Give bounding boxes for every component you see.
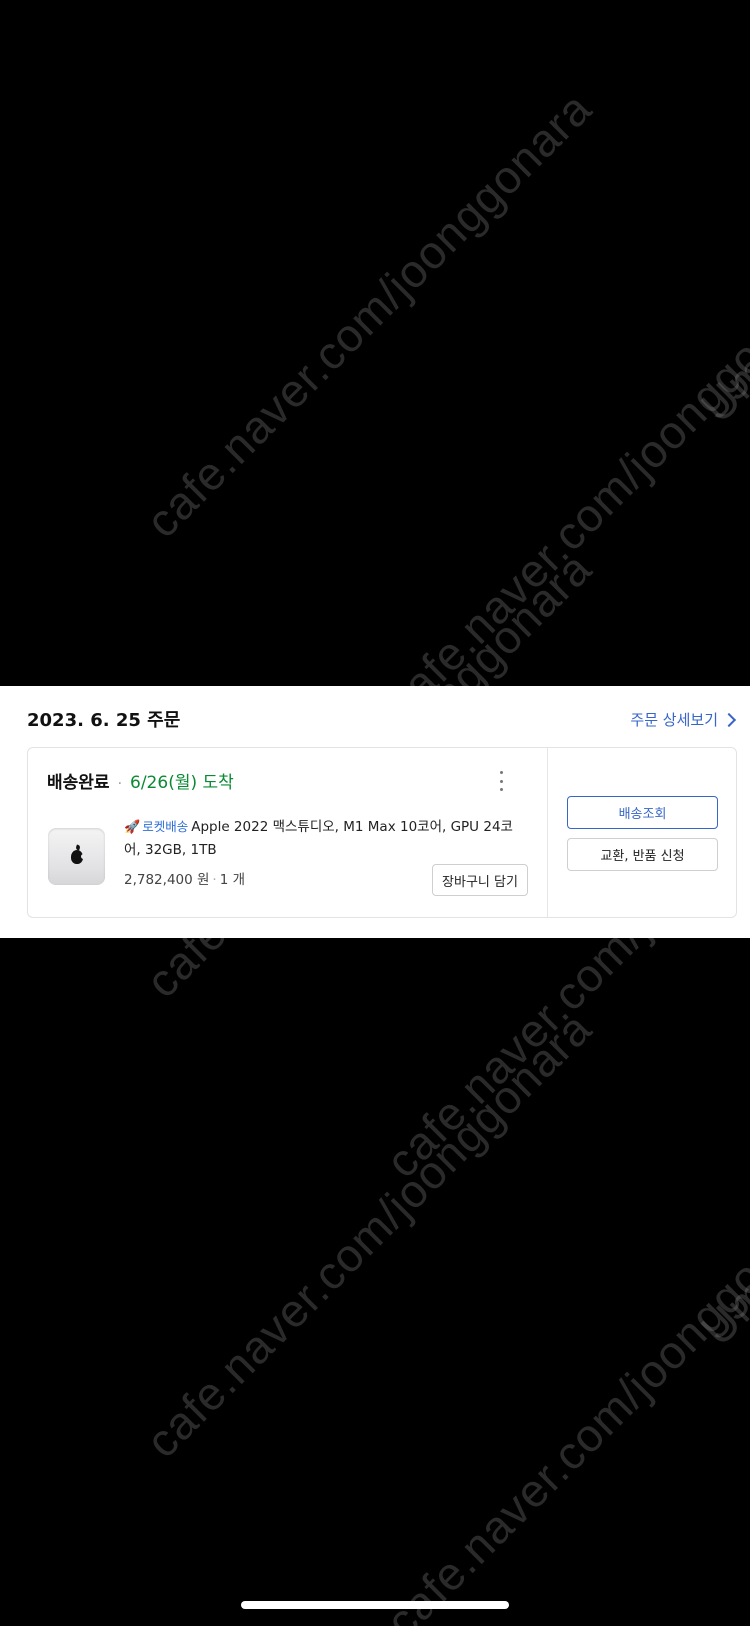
watermark: cafe.naver.com/joonggonara <box>375 261 750 728</box>
arrival-date: 6/26(월) 도착 <box>130 773 234 793</box>
more-options-icon[interactable] <box>494 770 508 792</box>
track-delivery-button[interactable]: 배송조회 <box>567 796 718 829</box>
product-title-link[interactable]: 🚀 로켓배송 Apple 2022 맥스튜디오, M1 Max 10코어, GPU … <box>124 816 524 861</box>
delivery-status: 배송완료 <box>47 773 110 793</box>
watermark-side: Um <box>690 343 750 433</box>
rocket-delivery-badge: 로켓배송 <box>142 819 189 834</box>
order-section: 2023. 6. 25 주문 주문 상세보기 배송완료 · 6/26(월) 도착 <box>0 686 750 938</box>
product-price: 2,782,400 원 <box>124 872 210 888</box>
separator-dot: · <box>212 872 217 888</box>
watermark: cafe.naver.com/joonggonara <box>375 1181 750 1626</box>
order-detail-link-label[interactable]: 주문 상세보기 <box>630 709 718 730</box>
product-quantity: 1 개 <box>219 872 246 888</box>
watermark: cafe.naver.com/joonggonara <box>135 1001 602 1468</box>
apple-logo-icon <box>70 849 86 864</box>
order-card: 배송완료 · 6/26(월) 도착 🚀 로켓배송 Apple 2022 맥스튜디오,… <box>27 747 737 918</box>
chevron-right-icon <box>721 712 737 727</box>
exchange-return-button[interactable]: 교환, 반품 신청 <box>567 838 718 871</box>
order-header: 2023. 6. 25 주문 주문 상세보기 <box>27 704 737 734</box>
separator-dot: · <box>117 776 123 792</box>
order-actions: 배송조회 교환, 반품 신청 <box>548 748 736 917</box>
home-indicator[interactable] <box>241 1601 509 1609</box>
watermark-side: Um <box>690 1266 750 1356</box>
product-thumbnail[interactable] <box>48 828 105 885</box>
screenshot-page: cafe.naver.com/joonggonara cafe.naver.co… <box>0 0 750 1626</box>
rocket-icon: 🚀 <box>124 820 141 835</box>
order-item-area: 배송완료 · 6/26(월) 도착 🚀 로켓배송 Apple 2022 맥스튜디오,… <box>28 748 548 917</box>
delivery-status-row: 배송완료 · 6/26(월) 도착 <box>47 768 234 793</box>
watermark: cafe.naver.com/joonggonara <box>135 81 602 548</box>
price-row: 2,782,400 원 · 1 개 <box>124 868 245 888</box>
order-detail-link[interactable]: 주문 상세보기 <box>630 709 737 730</box>
product-info: 🚀 로켓배송 Apple 2022 맥스튜디오, M1 Max 10코어, GPU … <box>124 816 524 861</box>
add-to-cart-button[interactable]: 장바구니 담기 <box>432 864 528 896</box>
order-date: 2023. 6. 25 주문 <box>27 710 181 731</box>
